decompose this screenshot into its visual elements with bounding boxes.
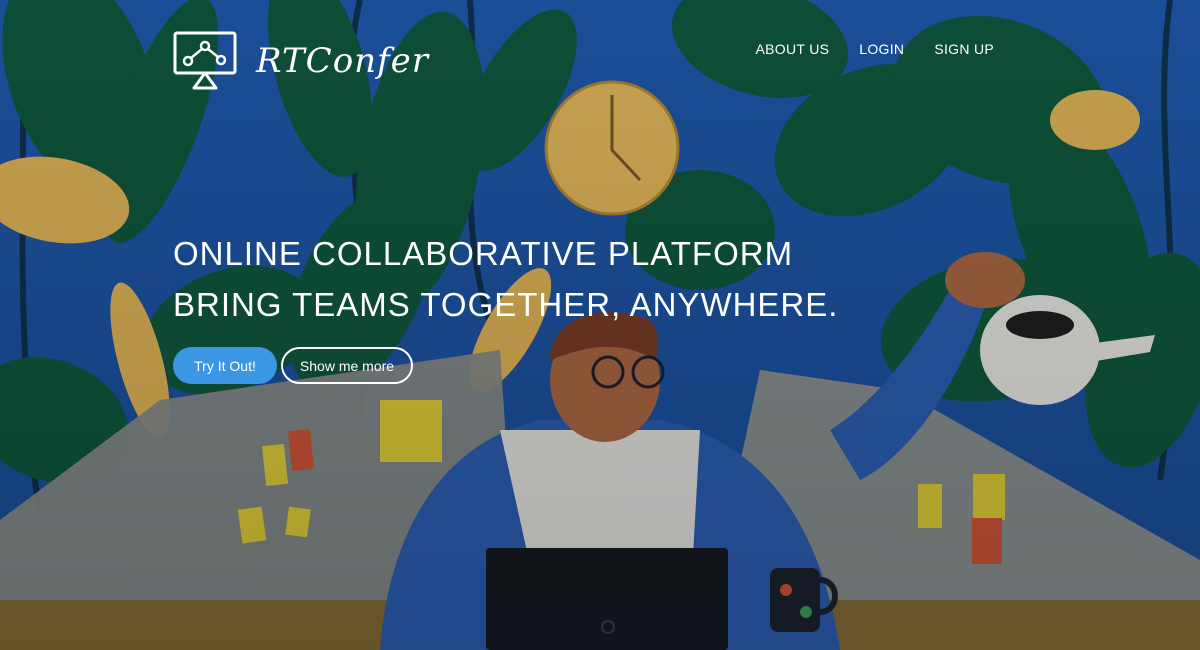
presentation-screen-icon [173,31,237,90]
nav-login[interactable]: LOGIN [859,41,904,57]
hero-cta-group: Try It Out! Show me more [173,347,413,384]
headline-line-2: BRING TEAMS TOGETHER, ANYWHERE. [173,286,839,323]
headline-line-1: ONLINE COLLABORATIVE PLATFORM [173,235,794,272]
try-it-out-button[interactable]: Try It Out! [173,347,277,384]
hero-section: RTConfer ABOUT US LOGIN SIGN UP ONLINE C… [0,0,1200,650]
main-nav: ABOUT US LOGIN SIGN UP [756,41,994,57]
nav-about-us[interactable]: ABOUT US [756,41,830,57]
brand-logo[interactable]: RTConfer [172,30,429,92]
show-me-more-button[interactable]: Show me more [281,347,413,384]
top-navigation-bar: RTConfer ABOUT US LOGIN SIGN UP [0,0,1200,110]
nav-sign-up[interactable]: SIGN UP [934,41,994,57]
brand-name: RTConfer [256,41,430,81]
hero-headline: ONLINE COLLABORATIVE PLATFORM BRING TEAM… [173,228,838,330]
